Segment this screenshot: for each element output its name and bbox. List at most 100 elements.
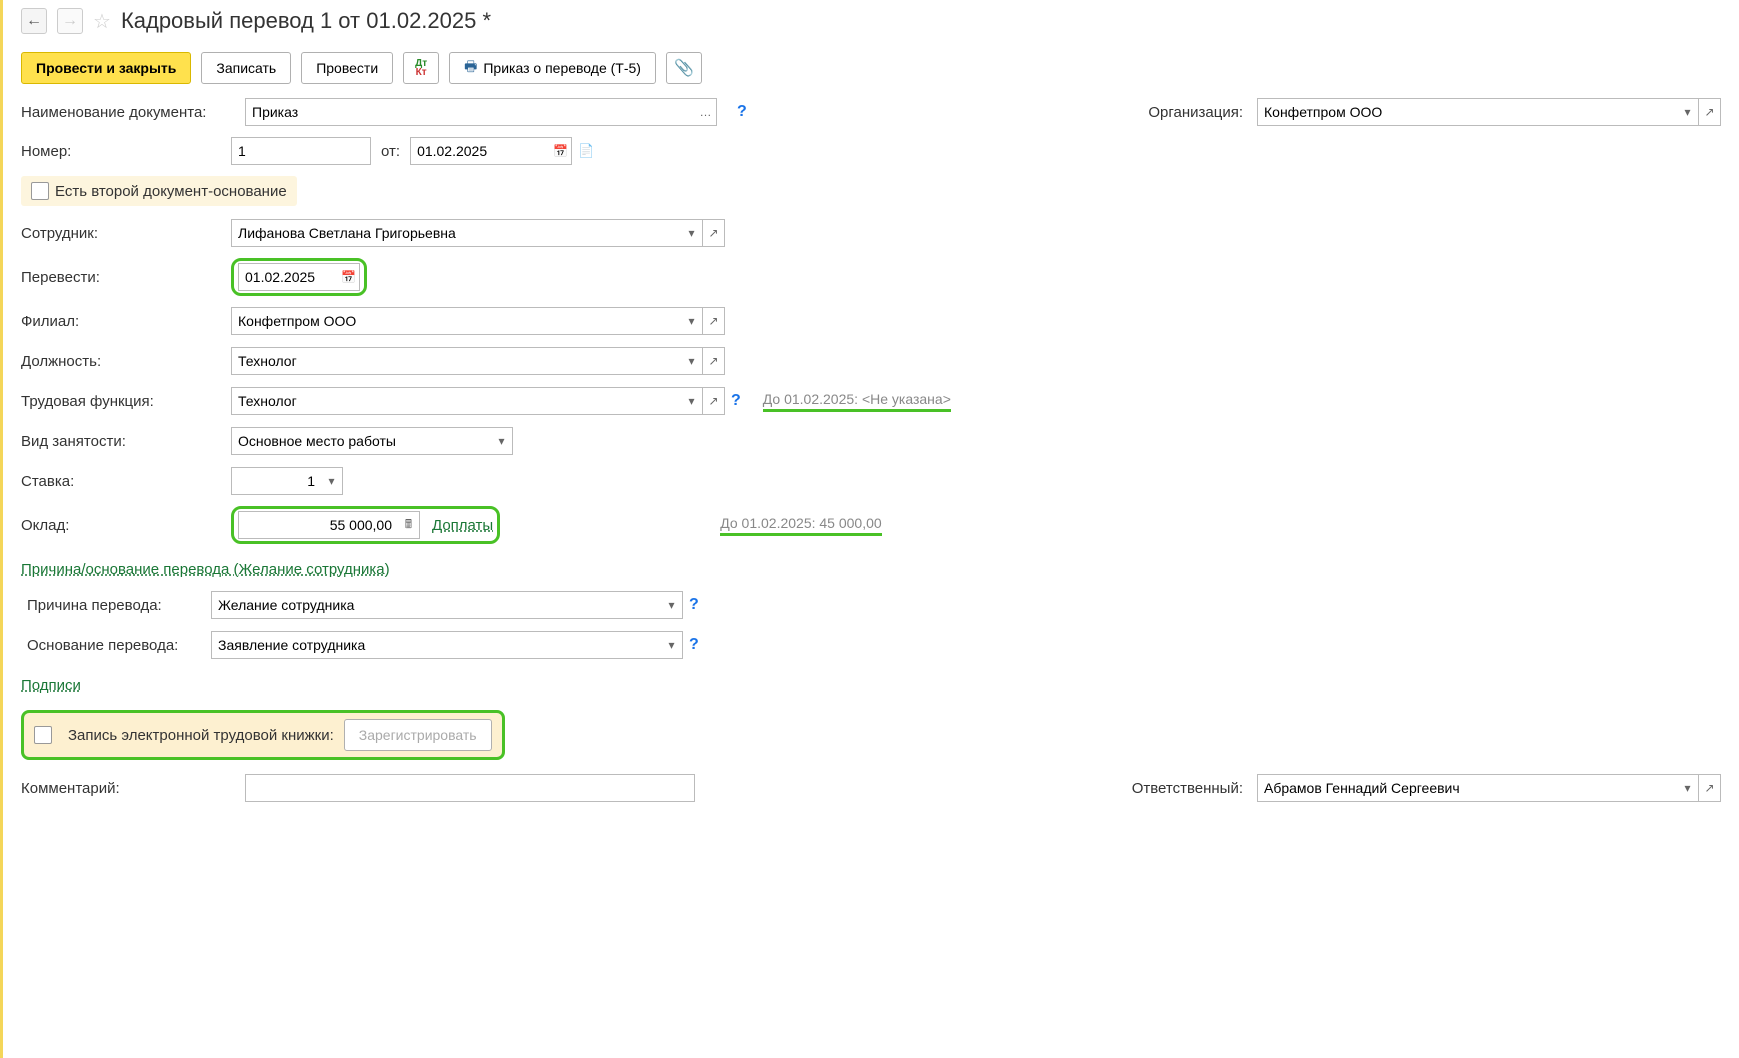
docname-ellipsis-button[interactable]: …: [695, 98, 717, 126]
etk-panel: Запись электронной трудовой книжки: Заре…: [21, 710, 505, 760]
from-label: от:: [381, 143, 400, 160]
doplaty-link[interactable]: Доплаты: [432, 517, 493, 534]
title-bar: ← → ☆ Кадровый перевод 1 от 01.02.2025 *: [21, 8, 1721, 34]
rate-dropdown-button[interactable]: ▾: [321, 467, 343, 495]
dtkt-button[interactable]: ДтКт: [403, 52, 439, 84]
print-order-button[interactable]: 🖶 Приказ о переводе (Т-5): [449, 52, 656, 84]
employee-dropdown-button[interactable]: ▾: [681, 219, 703, 247]
transfer-label: Перевести:: [21, 269, 231, 286]
row-signatures: Подписи: [21, 670, 1721, 700]
salary-prev-info: До 01.02.2025: 45 000,00: [720, 515, 881, 536]
date-calendar-button[interactable]: [550, 137, 572, 165]
basis-input[interactable]: [211, 631, 661, 659]
row-docname-org: Наименование документа: … ? Организация:…: [21, 98, 1721, 126]
reason-help-icon[interactable]: ?: [689, 596, 699, 614]
salary-highlight: Доплаты: [231, 506, 500, 544]
post-close-button[interactable]: Провести и закрыть: [21, 52, 191, 84]
etk-register-button[interactable]: Зарегистрировать: [344, 719, 492, 751]
branch-input[interactable]: [231, 307, 681, 335]
responsible-input[interactable]: [1257, 774, 1677, 802]
docname-input[interactable]: [245, 98, 695, 126]
row-employee: Сотрудник: ▾ ↗: [21, 218, 1721, 248]
row-func: Трудовая функция: ▾ ↗ ? До 01.02.2025: <…: [21, 386, 1721, 416]
func-label: Трудовая функция:: [21, 393, 231, 410]
responsible-dropdown-button[interactable]: ▾: [1677, 774, 1699, 802]
emp-type-label: Вид занятости:: [21, 433, 231, 450]
position-dropdown-button[interactable]: ▾: [681, 347, 703, 375]
row-position: Должность: ▾ ↗: [21, 346, 1721, 376]
transfer-highlight: [231, 258, 367, 296]
row-branch: Филиал: ▾ ↗: [21, 306, 1721, 336]
second-doc-panel: Есть второй документ-основание: [21, 176, 297, 206]
etk-label: Запись электронной трудовой книжки:: [68, 727, 334, 744]
branch-open-button[interactable]: ↗: [703, 307, 725, 335]
rate-input[interactable]: [231, 467, 321, 495]
comment-input[interactable]: [245, 774, 695, 802]
emp-type-dropdown-button[interactable]: ▾: [491, 427, 513, 455]
row-salary: Оклад: Доплаты До 01.02.2025: 45 000,00: [21, 506, 1721, 544]
write-button[interactable]: Записать: [201, 52, 291, 84]
employee-open-button[interactable]: ↗: [703, 219, 725, 247]
signatures-link[interactable]: Подписи: [21, 677, 81, 694]
second-doc-checkbox[interactable]: [31, 182, 49, 200]
printer-icon: 🖶: [464, 56, 477, 80]
func-prev-info: До 01.02.2025: <Не указана>: [763, 391, 951, 412]
reason-label: Причина перевода:: [21, 597, 211, 614]
attach-button[interactable]: 📎: [666, 52, 702, 84]
comment-label: Комментарий:: [21, 780, 231, 797]
date-action-icon[interactable]: 📄: [578, 143, 594, 159]
forward-button[interactable]: →: [57, 8, 83, 34]
row-basis: Основание перевода: ▾ ?: [21, 630, 1721, 660]
toolbar: Провести и закрыть Записать Провести ДтК…: [21, 52, 1721, 84]
back-button[interactable]: ←: [21, 8, 47, 34]
branch-label: Филиал:: [21, 313, 231, 330]
employee-input[interactable]: [231, 219, 681, 247]
func-dropdown-button[interactable]: ▾: [681, 387, 703, 415]
number-label: Номер:: [21, 143, 231, 160]
dtkt-icon: ДтКт: [415, 59, 427, 77]
row-reason: Причина перевода: ▾ ?: [21, 590, 1721, 620]
func-open-button[interactable]: ↗: [703, 387, 725, 415]
paperclip-icon: 📎: [674, 58, 694, 78]
branch-dropdown-button[interactable]: ▾: [681, 307, 703, 335]
employee-label: Сотрудник:: [21, 225, 231, 242]
reason-dropdown-button[interactable]: ▾: [661, 591, 683, 619]
org-input[interactable]: [1257, 98, 1677, 126]
docname-help-icon[interactable]: ?: [737, 103, 747, 121]
row-number: Номер: от: 📄: [21, 136, 1721, 166]
position-input[interactable]: [231, 347, 681, 375]
row-rate: Ставка: ▾: [21, 466, 1721, 496]
org-dropdown-button[interactable]: ▾: [1677, 98, 1699, 126]
basis-help-icon[interactable]: ?: [689, 636, 699, 654]
docname-label: Наименование документа:: [21, 104, 231, 121]
row-emp-type: Вид занятости: ▾: [21, 426, 1721, 456]
page-title: Кадровый перевод 1 от 01.02.2025 *: [121, 8, 491, 34]
basis-dropdown-button[interactable]: ▾: [661, 631, 683, 659]
org-open-button[interactable]: ↗: [1699, 98, 1721, 126]
position-open-button[interactable]: ↗: [703, 347, 725, 375]
reason-input[interactable]: [211, 591, 661, 619]
func-help-icon[interactable]: ?: [731, 392, 741, 410]
basis-label: Основание перевода:: [21, 637, 211, 654]
row-reason-link: Причина/основание перевода (Желание сотр…: [21, 554, 1721, 584]
number-input[interactable]: [231, 137, 371, 165]
emp-type-input[interactable]: [231, 427, 491, 455]
post-button[interactable]: Провести: [301, 52, 393, 84]
transfer-date-input[interactable]: [238, 263, 338, 291]
second-doc-label: Есть второй документ-основание: [55, 183, 287, 200]
salary-calc-button[interactable]: [398, 511, 420, 539]
row-comment-resp: Комментарий: Ответственный: ▾ ↗: [21, 774, 1721, 802]
position-label: Должность:: [21, 353, 231, 370]
etk-checkbox[interactable]: [34, 726, 52, 744]
salary-input[interactable]: [238, 511, 398, 539]
rate-label: Ставка:: [21, 473, 231, 490]
func-input[interactable]: [231, 387, 681, 415]
salary-label: Оклад:: [21, 517, 231, 534]
reason-section-link[interactable]: Причина/основание перевода (Желание сотр…: [21, 561, 390, 578]
favorite-icon[interactable]: ☆: [93, 9, 111, 34]
org-label: Организация:: [1148, 104, 1243, 121]
responsible-open-button[interactable]: ↗: [1699, 774, 1721, 802]
row-transfer-date: Перевести:: [21, 258, 1721, 296]
transfer-calendar-button[interactable]: [338, 263, 360, 291]
date-input[interactable]: [410, 137, 550, 165]
